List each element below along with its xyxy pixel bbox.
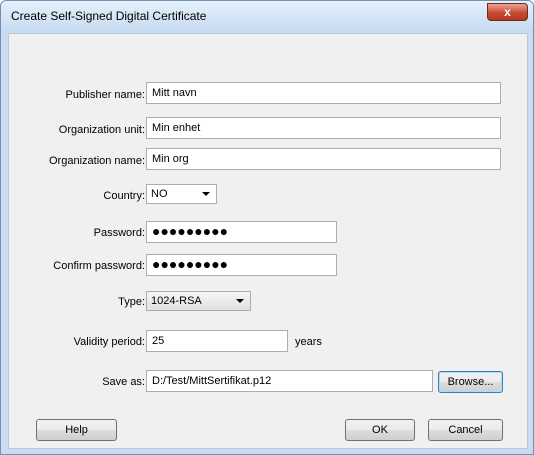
ok-button-label: OK — [372, 424, 388, 436]
country-label: Country: — [103, 190, 145, 202]
publisher-name-input[interactable]: Mitt navn — [146, 82, 501, 104]
confirm-password-value: ●●●●●●●●● — [152, 256, 229, 272]
organization-unit-label: Organization unit: — [58, 124, 145, 136]
country-value: NO — [151, 188, 168, 200]
password-input[interactable]: ●●●●●●●●● — [146, 221, 337, 243]
type-value: 1024-RSA — [151, 295, 202, 307]
validity-period-value: 25 — [152, 335, 165, 347]
publisher-name-label: Publisher name: — [65, 89, 146, 101]
country-dropdown[interactable]: NO — [146, 184, 217, 204]
dialog-window: Create Self-Signed Digital Certificate x… — [0, 0, 534, 455]
save-as-label: Save as: — [102, 376, 145, 388]
publisher-name-value: Mitt navn — [152, 87, 197, 99]
validity-period-input[interactable]: 25 — [146, 330, 288, 352]
validity-period-label: Validity period: — [73, 336, 145, 348]
organization-name-value: Min org — [152, 153, 189, 165]
browse-button[interactable]: Browse... — [438, 371, 503, 393]
save-as-path-input[interactable]: D:/Test/MittSertifikat.p12 — [146, 370, 433, 392]
cancel-button-label: Cancel — [448, 424, 483, 436]
organization-name-label: Organization name: — [49, 155, 145, 167]
organization-unit-input[interactable]: Min enhet — [146, 117, 501, 139]
chevron-down-icon — [202, 192, 210, 196]
confirm-password-label: Confirm password: — [53, 260, 145, 272]
dialog-title: Create Self-Signed Digital Certificate — [11, 9, 207, 23]
help-button[interactable]: Help — [36, 419, 117, 441]
dialog-body: Publisher name: Mitt navn Organization u… — [8, 33, 528, 449]
type-dropdown[interactable]: 1024-RSA — [146, 291, 251, 311]
organization-unit-value: Min enhet — [152, 122, 201, 134]
browse-button-label: Browse... — [447, 376, 494, 388]
cancel-button[interactable]: Cancel — [428, 419, 503, 441]
save-as-path-value: D:/Test/MittSertifikat.p12 — [152, 375, 272, 387]
help-button-label: Help — [65, 424, 88, 436]
close-button[interactable]: x — [487, 3, 528, 21]
title-bar: Create Self-Signed Digital Certificate x — [1, 1, 533, 33]
organization-name-input[interactable]: Min org — [146, 148, 501, 170]
confirm-password-input[interactable]: ●●●●●●●●● — [146, 254, 337, 276]
close-icon: x — [504, 5, 511, 19]
password-label: Password: — [93, 227, 145, 239]
ok-button[interactable]: OK — [345, 419, 415, 441]
password-value: ●●●●●●●●● — [152, 223, 229, 239]
chevron-down-icon — [236, 299, 244, 303]
type-label: Type: — [118, 296, 145, 308]
validity-unit-label: years — [295, 336, 322, 348]
